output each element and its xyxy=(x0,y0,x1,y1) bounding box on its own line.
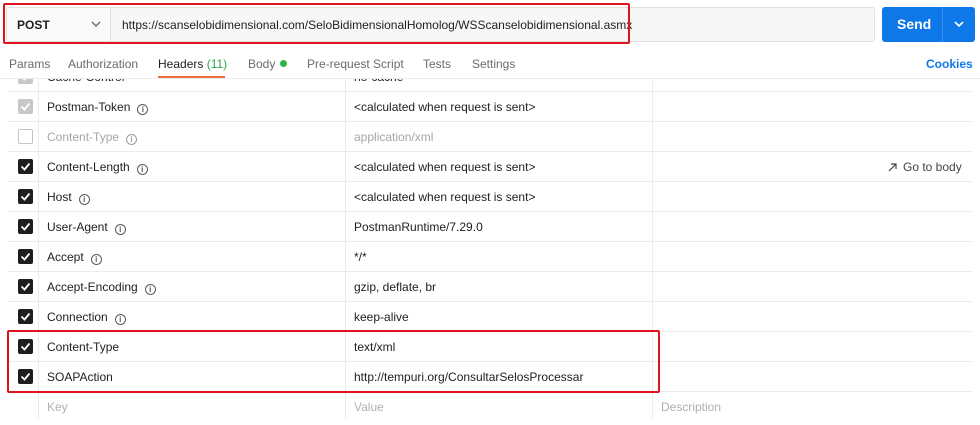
tab-headers-label: Headers xyxy=(158,57,204,71)
new-header-row: Key Value Description xyxy=(8,392,972,419)
header-value[interactable]: gzip, deflate, br xyxy=(354,280,436,294)
header-key[interactable]: Content-Type i xyxy=(47,130,138,145)
header-key[interactable]: Content-Type xyxy=(47,340,119,354)
send-divider xyxy=(942,7,943,42)
header-checkbox[interactable] xyxy=(18,99,33,114)
tab-body-label: Body xyxy=(248,57,276,71)
header-checkbox[interactable] xyxy=(18,219,33,234)
header-checkbox[interactable] xyxy=(18,249,33,264)
header-value[interactable]: PostmanRuntime/7.29.0 xyxy=(354,220,483,234)
info-icon[interactable]: i xyxy=(78,194,90,205)
tab-headers[interactable]: Headers (11) xyxy=(158,57,227,71)
header-checkbox[interactable] xyxy=(18,189,33,204)
info-icon[interactable]: i xyxy=(137,104,149,115)
chevron-down-icon xyxy=(91,21,101,27)
header-key-label: Postman-Token xyxy=(47,100,131,114)
header-key-label: Accept xyxy=(47,250,84,264)
tab-authorization[interactable]: Authorization xyxy=(68,57,138,71)
info-icon[interactable]: i xyxy=(126,134,138,145)
header-key[interactable]: User-Agent i xyxy=(47,220,126,235)
new-value-input[interactable]: Value xyxy=(354,400,384,414)
header-value[interactable]: application/xml xyxy=(354,130,433,144)
url-input[interactable]: https://scanselobidimensional.com/SeloBi… xyxy=(122,18,632,32)
tab-body[interactable]: Body xyxy=(248,57,288,71)
body-status-dot xyxy=(280,60,288,67)
method-select[interactable]: POST xyxy=(7,8,111,41)
header-value[interactable]: text/xml xyxy=(354,340,395,354)
header-key[interactable]: Cache-Control xyxy=(47,79,124,84)
tab-settings[interactable]: Settings xyxy=(472,57,515,71)
header-value[interactable]: keep-alive xyxy=(354,310,409,324)
header-key-label: Accept-Encoding xyxy=(47,280,138,294)
header-key[interactable]: Postman-Token i xyxy=(47,100,149,115)
new-description-input[interactable]: Description xyxy=(661,400,721,414)
header-value[interactable]: <calculated when request is sent> xyxy=(354,190,535,204)
send-label: Send xyxy=(897,16,932,32)
tab-headers-count: (11) xyxy=(206,57,228,71)
header-key-label: Content-Type xyxy=(47,130,120,144)
header-checkbox[interactable] xyxy=(18,279,33,294)
request-tabs: Params Authorization Headers (11) Body P… xyxy=(0,48,980,78)
header-value[interactable]: no-cache xyxy=(354,79,403,84)
table-row: SOAPAction http://tempuri.org/ConsultarS… xyxy=(8,362,972,392)
cookies-link[interactable]: Cookies xyxy=(926,57,973,71)
header-checkbox[interactable] xyxy=(18,129,33,144)
table-row: Accept i */* xyxy=(8,242,972,272)
tab-pre-request-script[interactable]: Pre-request Script xyxy=(307,57,404,71)
header-key-label: User-Agent xyxy=(47,220,108,234)
header-checkbox[interactable] xyxy=(18,339,33,354)
header-value[interactable]: <calculated when request is sent> xyxy=(354,100,535,114)
info-icon[interactable]: i xyxy=(136,164,148,175)
header-checkbox[interactable] xyxy=(18,309,33,324)
method-label: POST xyxy=(17,18,50,32)
header-key-label: Host xyxy=(47,190,72,204)
header-checkbox[interactable] xyxy=(18,159,33,174)
header-key[interactable]: SOAPAction xyxy=(47,370,113,384)
headers-table: Cache-Control no-cache Postman-Token i <c… xyxy=(8,79,972,419)
table-row: Content-Length i <calculated when request… xyxy=(8,152,972,182)
new-key-input[interactable]: Key xyxy=(47,400,68,414)
tab-params[interactable]: Params xyxy=(9,57,50,71)
header-checkbox[interactable] xyxy=(18,369,33,384)
table-row: Cache-Control no-cache xyxy=(8,79,972,92)
header-value[interactable]: <calculated when request is sent> xyxy=(354,160,535,174)
header-checkbox[interactable] xyxy=(18,79,33,84)
info-icon[interactable]: i xyxy=(90,254,102,265)
header-key[interactable]: Accept i xyxy=(47,250,102,265)
table-row: User-Agent i PostmanRuntime/7.29.0 xyxy=(8,212,972,242)
table-row: Content-Type i application/xml xyxy=(8,122,972,152)
header-key-label: Content-Length xyxy=(47,160,130,174)
table-row: Host i <calculated when request is sent> xyxy=(8,182,972,212)
table-row: Accept-Encoding i gzip, deflate, br xyxy=(8,272,972,302)
header-key[interactable]: Connection i xyxy=(47,310,126,325)
table-row: Connection i keep-alive xyxy=(8,302,972,332)
info-icon[interactable]: i xyxy=(144,284,156,295)
header-value[interactable]: http://tempuri.org/ConsultarSelosProcess… xyxy=(354,370,583,384)
table-row: Content-Type text/xml xyxy=(8,332,972,362)
header-key-label: Connection xyxy=(47,310,108,324)
go-to-body-label: Go to body xyxy=(903,160,962,174)
request-bar: POST https://scanselobidimensional.com/S… xyxy=(6,7,875,42)
info-icon[interactable]: i xyxy=(114,224,126,235)
go-to-body-link[interactable]: Go to body xyxy=(888,160,962,174)
header-key[interactable]: Content-Length i xyxy=(47,160,148,175)
tab-tests[interactable]: Tests xyxy=(423,57,451,71)
header-value[interactable]: */* xyxy=(354,250,367,264)
header-key[interactable]: Accept-Encoding i xyxy=(47,280,156,295)
table-row: Postman-Token i <calculated when request … xyxy=(8,92,972,122)
info-icon[interactable]: i xyxy=(114,314,126,325)
arrow-up-right-icon xyxy=(888,163,897,172)
chevron-down-icon[interactable] xyxy=(953,18,965,30)
header-key[interactable]: Host i xyxy=(47,190,90,205)
send-button[interactable]: Send xyxy=(882,7,975,42)
